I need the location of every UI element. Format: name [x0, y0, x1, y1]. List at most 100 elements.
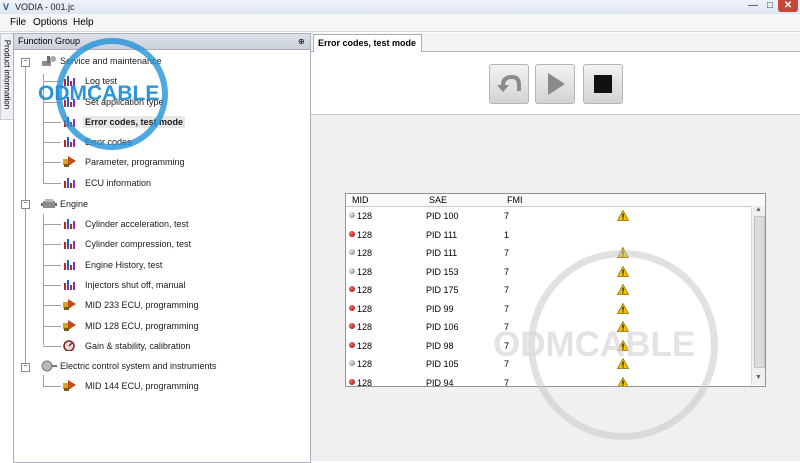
maximize-button[interactable]: □: [762, 0, 778, 12]
scroll-up-icon[interactable]: ▲: [755, 206, 762, 213]
column-mid[interactable]: MID: [352, 194, 369, 206]
cell-mid: 128: [357, 303, 373, 314]
play-button[interactable]: [535, 64, 575, 104]
cell-sae: PID 98: [426, 340, 454, 351]
status-dot-icon: [349, 230, 355, 237]
table-row[interactable]: 128 PID 111 1: [346, 226, 751, 244]
cell-fmi: 7: [504, 211, 510, 221]
table-row[interactable]: 128 PID 153 7: [346, 263, 751, 281]
chart-icon: [64, 177, 75, 188]
stop-button[interactable]: [583, 64, 623, 104]
tree-line: [43, 81, 61, 82]
cell-mid: 128: [357, 322, 373, 332]
column-fmi[interactable]: FMI: [507, 194, 523, 206]
collapse-toggle[interactable]: −: [21, 58, 30, 67]
cell-fmi: 7: [504, 359, 510, 369]
cell-mid: 128: [357, 377, 373, 387]
tree-item-ecu-information[interactable]: ECU information: [85, 177, 151, 189]
warning-icon: [617, 321, 629, 332]
window-title: VODIA - 001.jc: [15, 2, 75, 12]
tree-item-cylinder-compression[interactable]: Cylinder compression, test: [85, 238, 191, 250]
function-group-panel: Function Group ⊕ − Service and maintenan…: [13, 33, 311, 463]
warning-icon: [617, 210, 629, 221]
cell-mid: 128: [357, 229, 373, 240]
tree-group-service-maintenance[interactable]: Service and maintenance: [60, 55, 162, 67]
table-row[interactable]: 128 PID 99 7: [346, 300, 751, 318]
minimize-button[interactable]: —: [744, 0, 762, 12]
tree-item-log-test[interactable]: Log test: [85, 75, 117, 87]
table-row[interactable]: 128 PID 105 7: [346, 355, 751, 373]
menu-options[interactable]: Options: [31, 16, 69, 29]
tree-item-cylinder-acceleration[interactable]: Cylinder acceleration, test: [85, 218, 189, 230]
status-dot-icon: [349, 323, 355, 329]
tree-line: [43, 224, 61, 225]
tree-item-gain-stability[interactable]: Gain & stability, calibration: [85, 340, 190, 352]
warning-icon: [617, 265, 629, 277]
pin-icon[interactable]: ⊕: [298, 36, 305, 47]
cell-fmi: 7: [504, 322, 510, 332]
tree-item-error-codes[interactable]: Error codes: [85, 136, 132, 148]
test-toolbar: [311, 52, 800, 115]
tree-item-mid128-programming[interactable]: MID 128 ECU, programming: [85, 320, 199, 332]
tree-group-electric-control[interactable]: Electric control system and instruments: [60, 360, 217, 372]
tree-item-error-codes-test-mode[interactable]: Error codes, test mode: [83, 116, 186, 128]
tree-line: [43, 326, 61, 327]
tree-item-engine-history[interactable]: Engine History, test: [85, 259, 162, 271]
stop-icon: [594, 75, 612, 93]
column-sae[interactable]: SAE: [429, 194, 447, 206]
table-row[interactable]: 128 PID 98 7: [346, 337, 751, 355]
close-button[interactable]: ✕: [778, 0, 798, 12]
tree-line: [43, 102, 61, 103]
cell-fmi: 7: [504, 377, 510, 387]
programming-icon: [63, 156, 76, 167]
app-icon: V: [3, 2, 10, 12]
tab-error-codes-test-mode[interactable]: Error codes, test mode: [313, 34, 422, 52]
chart-icon: [64, 259, 75, 270]
menu-help[interactable]: Help: [71, 16, 96, 29]
scroll-down-icon[interactable]: ▼: [755, 374, 762, 381]
status-dot-icon: [349, 249, 355, 255]
chart-icon: [64, 136, 75, 147]
table-scrollbar[interactable]: ▲ ▼: [751, 206, 765, 385]
cell-fmi: 1: [504, 229, 510, 240]
warning-icon: [617, 358, 629, 369]
product-information-label: Product information: [2, 39, 12, 110]
chart-icon: [64, 218, 75, 229]
product-information-tab[interactable]: Product information: [0, 33, 14, 120]
tab-label: Error codes, test mode: [318, 38, 417, 48]
tree-item-mid144-programming[interactable]: MID 144 ECU, programming: [85, 380, 199, 392]
table-row[interactable]: 128 PID 100 7: [346, 207, 751, 225]
warning-icon: [617, 302, 629, 314]
tree-line: [43, 142, 61, 143]
cell-sae: PID 100: [426, 211, 459, 221]
tree-group-engine[interactable]: Engine: [60, 198, 88, 210]
tree-line: [43, 122, 61, 123]
cell-fmi: 7: [504, 303, 510, 314]
warning-icon: [617, 284, 629, 295]
collapse-toggle[interactable]: −: [21, 200, 30, 209]
cell-mid: 128: [357, 211, 373, 221]
undo-arrow-icon: [497, 74, 521, 92]
function-group-title: Function Group: [18, 36, 81, 46]
table-row[interactable]: 128 PID 175 7: [346, 281, 751, 299]
collapse-toggle[interactable]: −: [21, 363, 30, 372]
tree-item-set-application-type[interactable]: Set application type: [85, 96, 164, 108]
table-row[interactable]: 128 PID 94 7: [346, 374, 751, 387]
cell-mid: 128: [357, 359, 373, 369]
status-dot-icon: [349, 267, 355, 274]
scrollbar-thumb[interactable]: [754, 216, 765, 368]
back-button[interactable]: [489, 64, 529, 104]
menu-file[interactable]: File: [8, 16, 28, 29]
table-row[interactable]: 128 PID 111 7: [346, 244, 751, 262]
tree-line: [43, 74, 44, 184]
tree-item-injectors-shut-off[interactable]: Injectors shut off, manual: [85, 279, 185, 291]
tree-item-mid233-programming[interactable]: MID 233 ECU, programming: [85, 299, 199, 311]
warning-icon: [617, 376, 629, 386]
table-row[interactable]: 128 PID 106 7: [346, 318, 751, 336]
tree-item-parameter-programming[interactable]: Parameter, programming: [85, 156, 185, 168]
tree-line: [43, 183, 61, 184]
tree-line: [25, 65, 26, 367]
cell-mid: 128: [357, 248, 373, 258]
chart-icon: [64, 279, 75, 290]
tree-line: [43, 386, 61, 387]
